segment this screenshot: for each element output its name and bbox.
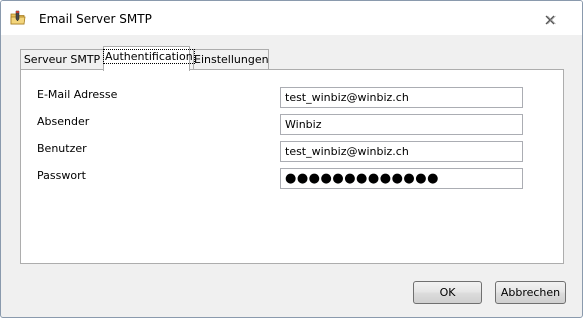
tab-serveur-smtp[interactable]: Serveur SMTP (20, 49, 104, 69)
password-label: Passwort (37, 169, 86, 182)
email-label: E-Mail Adresse (37, 88, 118, 101)
tab-label: Einstellungen (194, 53, 269, 66)
cancel-button[interactable]: Abbrechen (495, 281, 566, 304)
tab-label: Authentification (103, 49, 195, 64)
password-field[interactable]: ●●●●●●●●●●●●● (280, 168, 523, 189)
tab-einstellungen[interactable]: Einstellungen (193, 49, 269, 69)
sender-label: Absender (37, 115, 90, 128)
user-field[interactable]: test_winbiz@winbiz.ch (280, 141, 523, 162)
dialog-window: Email Server SMTP Serveur SMTP Authentif… (0, 0, 583, 318)
email-field[interactable]: test_winbiz@winbiz.ch (280, 87, 523, 108)
window-title: Email Server SMTP (39, 12, 152, 26)
close-icon[interactable] (543, 14, 557, 26)
title-bar[interactable]: Email Server SMTP (1, 1, 582, 35)
user-label: Benutzer (37, 142, 87, 155)
sender-field[interactable]: Winbiz (280, 114, 523, 135)
tab-label: Serveur SMTP (23, 53, 101, 66)
ok-button[interactable]: OK (413, 281, 482, 304)
tab-authentification[interactable]: Authentification (103, 46, 195, 71)
folder-pencil-icon (10, 10, 26, 25)
